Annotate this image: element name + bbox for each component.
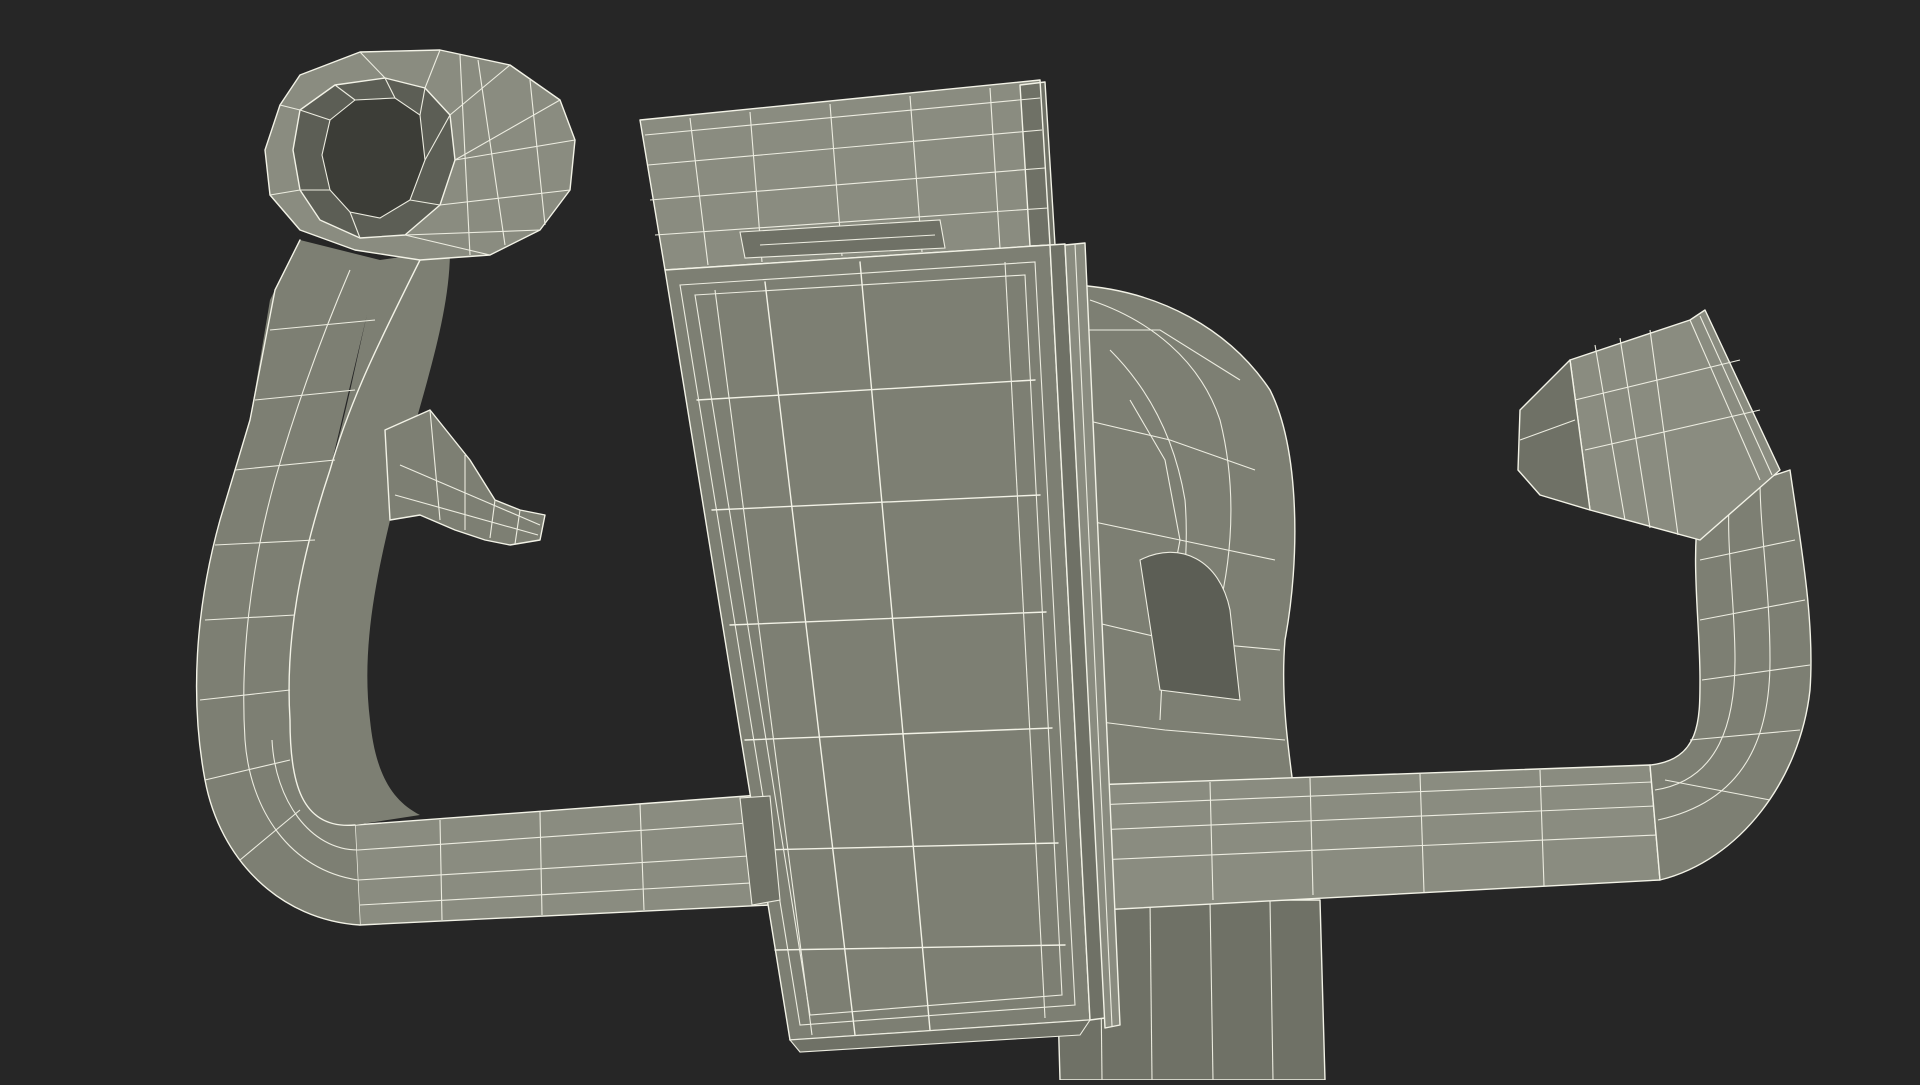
wireframe-model bbox=[195, 49, 1812, 1081]
control-box-lid bbox=[639, 79, 1056, 271]
control-box bbox=[664, 242, 1121, 1053]
handlebar-right-bar bbox=[1089, 764, 1661, 911]
throttle-nozzle bbox=[384, 409, 546, 546]
rear-housing bbox=[1074, 284, 1296, 821]
left-grip-ring bbox=[264, 49, 576, 261]
wireframe-viewport bbox=[0, 0, 1920, 1081]
